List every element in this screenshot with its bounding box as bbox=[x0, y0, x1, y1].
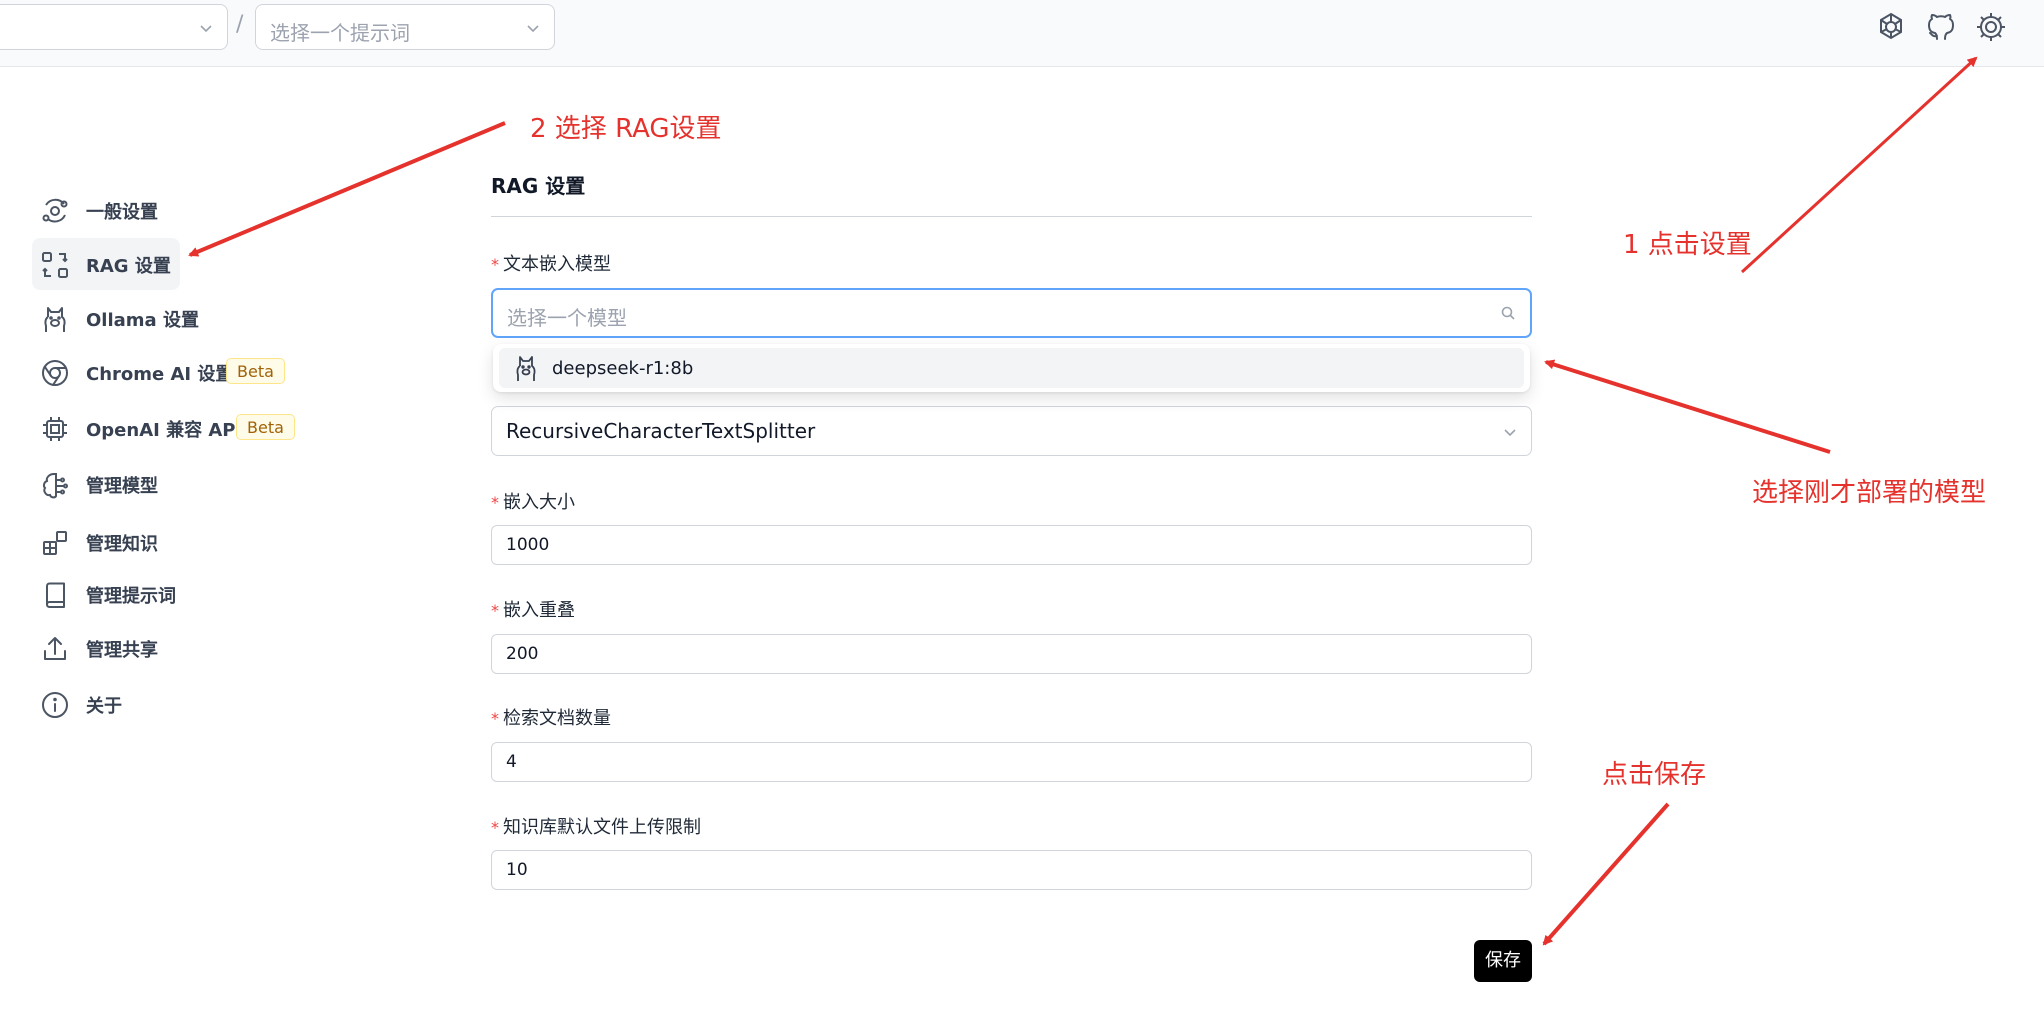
arrow-to-model-dropdown bbox=[1544, 359, 1831, 454]
arrow-to-rag bbox=[188, 121, 506, 257]
arrow-to-save bbox=[1542, 802, 1670, 946]
arrow-to-settings bbox=[1740, 56, 1978, 274]
annotation-arrows bbox=[188, 56, 1978, 946]
